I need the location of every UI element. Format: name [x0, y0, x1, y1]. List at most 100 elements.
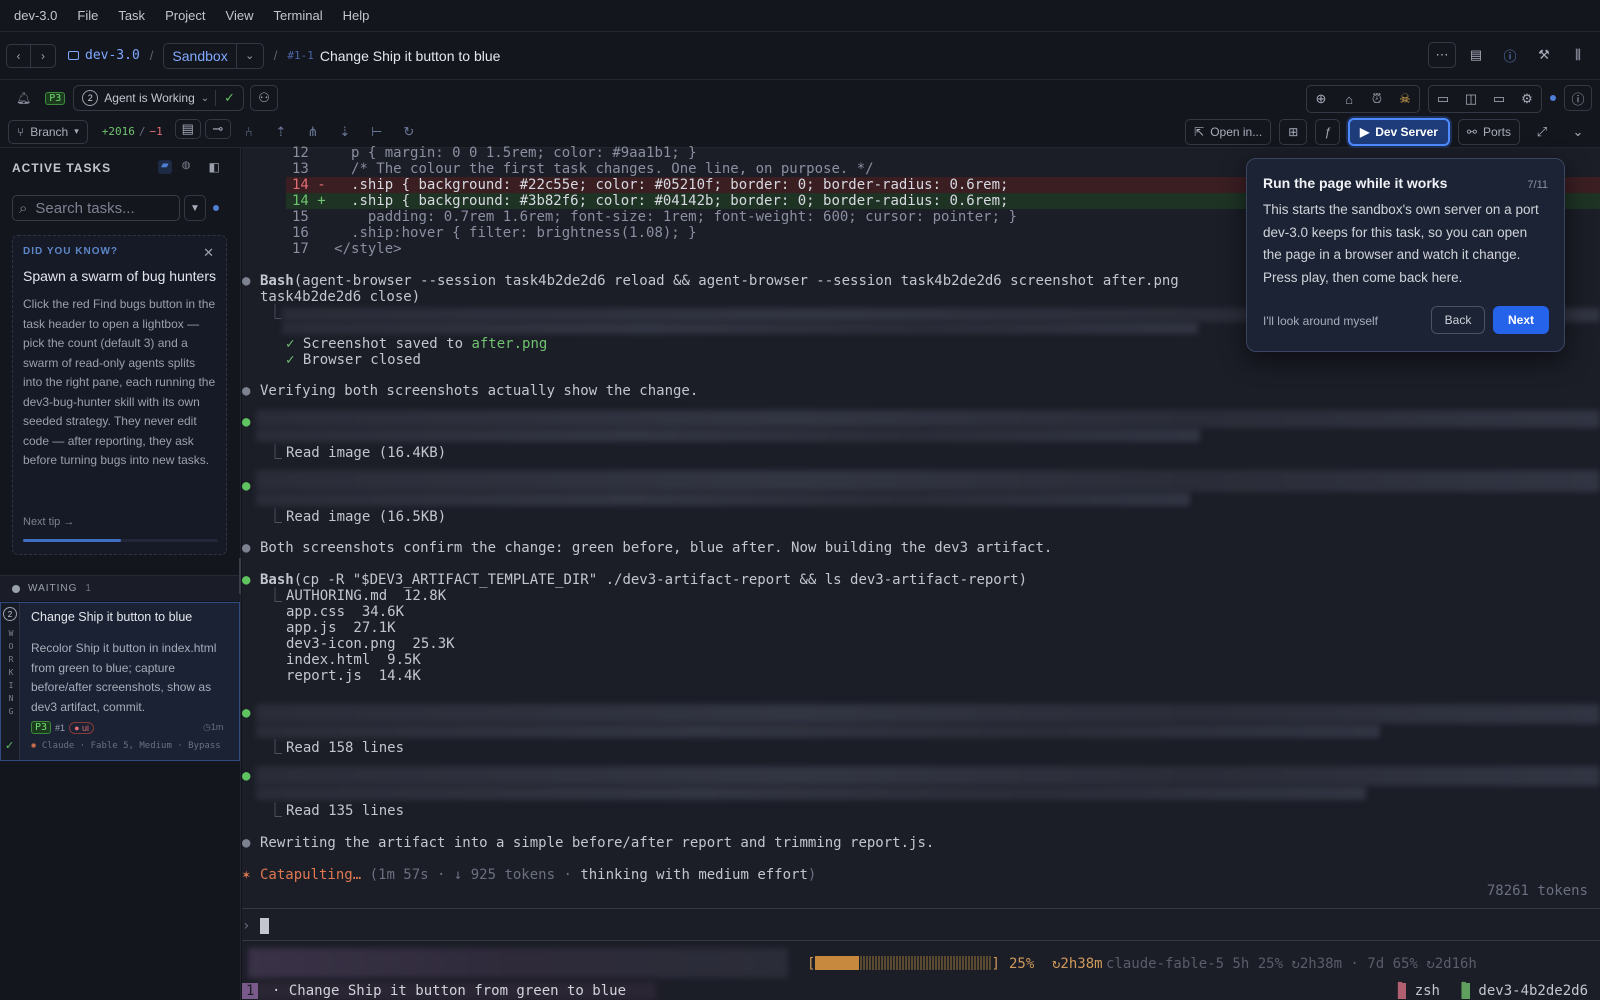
ports-label: Ports: [1482, 125, 1511, 139]
onboarding-popover: Run the page while it works 7/11 This st…: [1246, 158, 1565, 352]
dev-server-button[interactable]: ▶ Dev Server: [1347, 118, 1450, 146]
search-input[interactable]: ⌕ Search tasks...: [12, 195, 180, 221]
menu-file[interactable]: File: [77, 8, 98, 23]
branch-button[interactable]: ⑂ Branch ▾: [8, 119, 88, 144]
agent-tools: ⊕ ⌂ ⏰︎ ☠: [1306, 85, 1420, 113]
layout-icon[interactable]: ▤: [1462, 42, 1490, 68]
menu-help[interactable]: Help: [343, 8, 370, 23]
git-tools: ▤ ⊸ ⑃ ⇡ ⋔ ⇣ ⊢ ↻: [174, 118, 423, 145]
tree-icon[interactable]: ⊞: [1279, 119, 1308, 145]
menu-view[interactable]: View: [226, 8, 254, 23]
wrench-icon[interactable]: ⚒: [1530, 42, 1558, 68]
toolbar: ⑂ Branch ▾ +2016 / −1 ▤ ⊸ ⑃ ⇡ ⋔ ⇣ ⊢ ↻ ⇱ …: [0, 116, 1600, 148]
sliders-icon[interactable]: ⫼: [1564, 42, 1592, 68]
sidebar-resize-handle[interactable]: [239, 558, 241, 594]
branch-name: Sandbox: [164, 43, 237, 68]
tmux-window-title: · Change Ship it button from green to bl…: [272, 983, 627, 999]
push-icon[interactable]: ⇡: [267, 119, 295, 145]
line-number: 16: [292, 225, 309, 241]
diff-additions[interactable]: +2016: [102, 125, 135, 138]
expand-icon[interactable]: ⤢: [1528, 119, 1556, 145]
page-title: Change Ship it button to blue: [319, 47, 501, 64]
more-icon[interactable]: ⋯: [1428, 42, 1456, 68]
menu-terminal[interactable]: Terminal: [273, 8, 322, 23]
alarm-icon[interactable]: ⏰︎: [1363, 86, 1391, 112]
zoom-icon[interactable]: ⊕: [1307, 86, 1335, 112]
read-image-1: Read image (16.4KB): [286, 445, 447, 461]
info-icon[interactable]: ⓘ: [1564, 85, 1592, 111]
rebase-icon[interactable]: ⋔: [299, 119, 327, 145]
back-button[interactable]: Back: [1431, 306, 1485, 334]
read-lines-1: Read 158 lines: [286, 740, 405, 756]
code-text: p { margin: 0 0 1.5rem; color: #9aa1b1; …: [334, 145, 697, 161]
diff-deletions[interactable]: −1: [150, 125, 163, 138]
assign-icon[interactable]: ⚇: [250, 85, 279, 111]
bug-hunt-icon[interactable]: ☠: [1391, 86, 1419, 112]
rail-letter: O: [8, 642, 14, 651]
tip-kicker: DID YOU KNOW?: [23, 246, 119, 257]
open-in-button[interactable]: ⇱ Open in...: [1185, 119, 1272, 145]
squash-icon[interactable]: ⊢: [363, 119, 391, 145]
branch-select[interactable]: Sandbox ⌄: [163, 42, 264, 69]
app-menu[interactable]: dev-3.0: [14, 8, 57, 23]
titlebar: ‹ › dev-3.0 / Sandbox ⌄ / #1-1 Change Sh…: [0, 32, 1600, 80]
diff-view-icon[interactable]: ▤: [174, 118, 201, 139]
panel-right-icon[interactable]: ◫: [1457, 86, 1485, 112]
task-card[interactable]: 2 WORKING ✓ Change Ship it button to blu…: [0, 602, 240, 761]
robot-icon[interactable]: ⌂: [1335, 86, 1363, 112]
bell-icon[interactable]: 🔔︎: [16, 91, 31, 105]
panel-bottom-icon[interactable]: ▭: [1429, 86, 1457, 112]
status-circle-icon: [12, 584, 20, 593]
code-text: .ship { background: #22c55e; color: #052…: [334, 177, 1009, 193]
folder-filter-icon[interactable]: ▰: [158, 160, 172, 174]
branch-icon: ⑂: [17, 124, 25, 139]
next-button[interactable]: Next: [1493, 306, 1549, 334]
menu-project[interactable]: Project: [165, 8, 205, 23]
check-icon[interactable]: ✓: [215, 90, 235, 106]
sidebar-toggle-icon[interactable]: ◧: [208, 160, 219, 174]
rail-letter: W: [8, 629, 14, 638]
usage-reset: ↻2h38m: [1052, 956, 1103, 972]
priority-badge: P3: [31, 721, 52, 734]
close-icon[interactable]: ✕: [203, 245, 214, 261]
file-entry: dev3-icon.png 25.3K: [286, 636, 455, 652]
refresh-icon[interactable]: ↻: [395, 119, 423, 145]
forward-icon[interactable]: ›: [31, 45, 55, 67]
tmux-session-label: dev3-4b2de2d6: [1478, 983, 1588, 999]
breadcrumb-project[interactable]: dev-3.0: [68, 48, 140, 63]
merge-icon[interactable]: ⑃: [235, 119, 263, 145]
bullet-icon: ●: [242, 768, 251, 784]
priority-badge[interactable]: P3: [45, 91, 66, 105]
pull-icon[interactable]: ⇣: [331, 119, 359, 145]
ports-button[interactable]: ⚯ Ports: [1457, 119, 1520, 145]
skip-tour-link[interactable]: I'll look around myself: [1263, 314, 1378, 328]
filter-icon[interactable]: ▼: [184, 195, 206, 221]
chevron-down-icon[interactable]: ⌄: [1564, 119, 1592, 145]
network-icon: ⚯: [1466, 125, 1477, 139]
gear-icon[interactable]: ⚙: [1513, 86, 1541, 112]
menu-task[interactable]: Task: [118, 8, 145, 23]
back-icon[interactable]: ‹: [7, 44, 31, 67]
redacted-output: [256, 428, 1200, 442]
bullet-icon: ●: [242, 835, 251, 851]
tmux-window[interactable]: 1: [242, 983, 259, 999]
panel-top-icon[interactable]: ▭: [1485, 86, 1513, 112]
search-placeholder: Search tasks...: [35, 199, 135, 217]
commit-icon[interactable]: ⊸: [204, 118, 231, 139]
code-text: /* The colour the first task changes. On…: [334, 161, 874, 177]
input-cursor[interactable]: [260, 918, 269, 934]
saved-text: Screenshot saved to: [302, 336, 472, 352]
globe-icon[interactable]: ◍: [182, 160, 191, 174]
waiting-group-header[interactable]: WAITING 1: [0, 575, 240, 601]
chevron-down-icon[interactable]: ⌄: [237, 49, 263, 62]
function-icon[interactable]: ƒ: [1315, 119, 1340, 145]
popover-step: 7/11: [1527, 179, 1548, 191]
browser-closed: ✓ Browser closed: [286, 352, 421, 368]
agent-status-select[interactable]: 2 Agent is Working ⌄ ✓: [73, 85, 245, 111]
verify-message: Verifying both screenshots actually show…: [260, 383, 699, 399]
next-tip-link[interactable]: Next tip →: [23, 516, 74, 528]
code-text: </style>: [334, 241, 402, 257]
code-line: 14 + .ship { background: #3b82f6; color:…: [292, 193, 1008, 209]
help-icon[interactable]: ⓘ: [1496, 42, 1524, 68]
task-status-row: 🔔︎ P3 2 Agent is Working ⌄ ✓ ⚇ ⊕ ⌂ ⏰︎ ☠ …: [0, 80, 1600, 116]
